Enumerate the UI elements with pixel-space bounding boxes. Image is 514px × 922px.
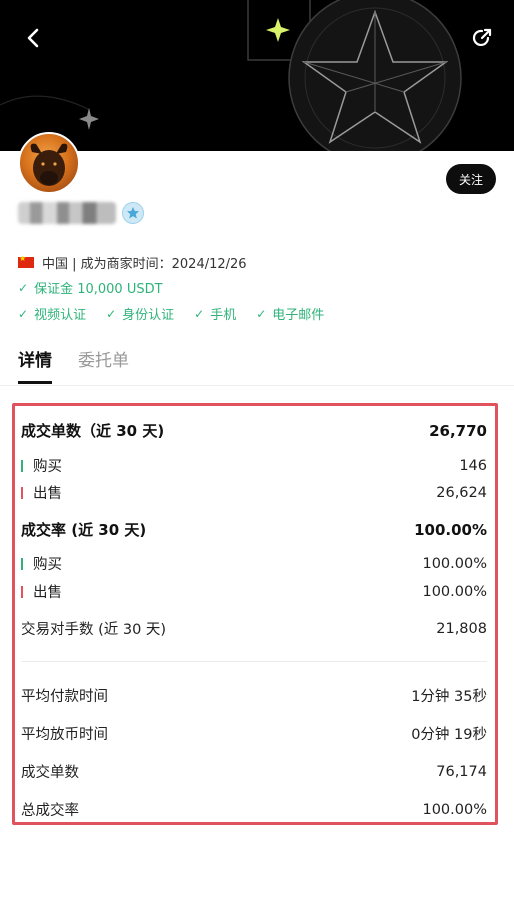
stat-value: 1分钟 35秒 [411,689,487,705]
china-flag-icon [18,254,34,268]
stat-rate-buy: 购买 100.00% [21,553,487,574]
verification-list: ✓ 视频认证 ✓ 身份认证 ✓ 手机 ✓ 电子邮件 [18,304,344,324]
stat-value: 26,770 [429,421,487,440]
stat-orders-buy: 购买 146 [21,455,487,476]
banner-decoration [0,0,462,151]
stat-orders-sell: 出售 26,624 [21,482,487,503]
stat-rate-30d: 成交率 (近 30 天) 100.00% [21,519,487,540]
region-text: 中国 | 成为商家时间：2024/12/26 [42,257,247,272]
stat-label: 成交单数（近 30 天) [21,422,165,440]
check-icon: ✓ [256,306,267,321]
stat-value: 76,174 [436,763,487,780]
check-icon: ✓ [18,280,29,295]
verification-email: ✓ 电子邮件 [256,304,325,324]
stat-label: 平均付款时间 [21,689,108,705]
check-icon: ✓ [194,306,205,321]
bull-avatar-image [30,143,68,186]
merchant-name-row [18,200,144,226]
tab-divider [0,385,514,386]
stat-label: 成交率 (近 30 天) [21,521,147,539]
stat-label: 购买 [33,459,62,475]
avatar [18,132,80,194]
verification-label: 手机 [210,308,237,323]
stats-panel: 成交单数（近 30 天) 26,770 购买 146 出售 26,624 成交率… [12,403,498,825]
stat-value: 21,808 [436,620,487,637]
verification-identity: ✓ 身份认证 [106,304,175,324]
verified-merchant-badge [122,202,144,224]
stat-rate-sell: 出售 100.00% [21,581,487,602]
stat-value: 100.00% [422,555,487,572]
check-icon: ✓ [18,306,29,321]
deposit-info: ✓ 保证金 10,000 USDT [18,278,163,298]
back-button[interactable] [20,24,48,52]
stat-label: 成交单数 [21,765,79,781]
merchant-name-redacted [18,202,116,224]
check-icon: ✓ [106,306,117,321]
deposit-text: 保证金 10,000 USDT [34,282,163,297]
verification-phone: ✓ 手机 [194,304,237,324]
sell-indicator [21,486,23,499]
stat-value: 26,624 [436,484,487,501]
stats-divider [21,661,487,662]
verification-label: 身份认证 [122,308,175,323]
sell-indicator [21,585,23,598]
verification-label: 视频认证 [34,308,87,323]
stat-orders-30d: 成交单数（近 30 天) 26,770 [21,420,487,441]
region-info: 中国 | 成为商家时间：2024/12/26 [18,253,247,272]
follow-button[interactable]: 关注 [446,164,496,194]
stat-value: 100.00% [422,583,487,600]
share-button[interactable] [468,24,496,52]
stat-total-orders: 成交单数 76,174 [21,761,487,782]
stat-label: 交易对手数 (近 30 天) [21,622,167,638]
stat-label: 平均放币时间 [21,727,108,743]
buy-indicator [21,557,23,570]
buy-indicator [21,459,23,472]
verification-label: 电子邮件 [272,308,325,323]
stat-avg-pay-time: 平均付款时间 1分钟 35秒 [21,685,487,706]
stat-value: 0分钟 19秒 [411,727,487,743]
tab-bar: 详情 委托单 [18,346,155,384]
star-icon [127,207,139,219]
stat-label: 出售 [33,585,62,601]
verification-video: ✓ 视频认证 [18,304,87,324]
stat-label: 出售 [33,486,62,502]
stat-total-rate: 总成交率 100.00% [21,799,487,820]
stat-label: 总成交率 [21,803,79,819]
stat-counterparties: 交易对手数 (近 30 天) 21,808 [21,618,487,639]
share-icon [472,28,492,47]
chevron-left-icon [27,28,39,48]
stat-value: 146 [459,457,487,474]
tab-details[interactable]: 详情 [18,346,52,384]
stat-avg-release-time: 平均放币时间 0分钟 19秒 [21,723,487,744]
stat-label: 购买 [33,557,62,573]
stat-value: 100.00% [414,520,487,539]
stat-value: 100.00% [422,801,487,818]
profile-banner [0,0,514,151]
tab-orders[interactable]: 委托单 [78,346,129,384]
